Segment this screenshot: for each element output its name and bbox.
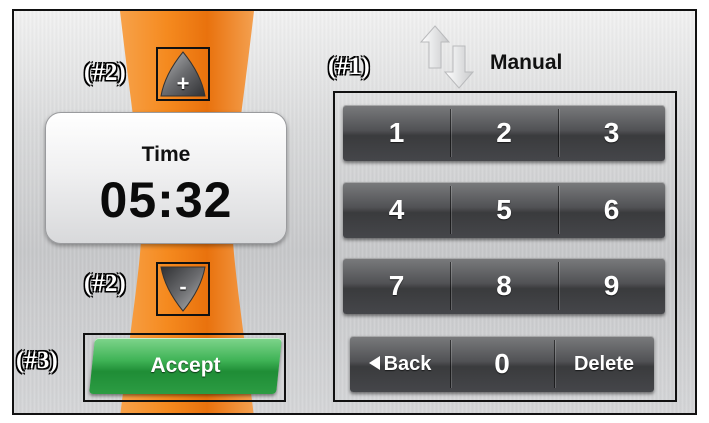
up-down-arrows-icon[interactable] (418, 24, 476, 90)
back-arrow-icon (368, 355, 380, 370)
keypad-row-4: Back 0 Delete (350, 336, 654, 392)
key-5[interactable]: 5 (450, 182, 558, 238)
key-8[interactable]: 8 (450, 258, 558, 314)
mode-label: Manual (490, 51, 563, 74)
minus-icon: - (179, 274, 187, 299)
time-decrement-button[interactable]: - (156, 262, 210, 316)
keypad-row-1: 1 2 3 (343, 105, 665, 161)
keypad-row-2: 4 5 6 (343, 182, 665, 238)
time-label: Time (141, 143, 191, 166)
time-value: 05:32 (99, 172, 233, 228)
callout-accept: (#3) (16, 347, 58, 374)
key-7[interactable]: 7 (343, 258, 450, 314)
back-key[interactable]: Back (350, 336, 450, 392)
plus-icon: + (176, 71, 190, 96)
callout-keypad: (#1) (328, 53, 370, 80)
callout-decrement: (#2) (84, 270, 126, 297)
key-2[interactable]: 2 (450, 105, 558, 161)
key-1[interactable]: 1 (343, 105, 450, 161)
key-3[interactable]: 3 (558, 105, 665, 161)
back-key-label: Back (383, 353, 432, 375)
delete-key[interactable]: Delete (554, 336, 654, 392)
key-6[interactable]: 6 (558, 182, 665, 238)
time-increment-button[interactable]: + (156, 47, 210, 101)
key-9[interactable]: 9 (558, 258, 665, 314)
time-display-panel: Time 05:32 (45, 112, 287, 244)
key-4[interactable]: 4 (343, 182, 450, 238)
callout-increment: (#2) (84, 59, 126, 86)
accept-button[interactable]: Accept (89, 338, 282, 394)
key-0[interactable]: 0 (450, 336, 554, 392)
keypad-row-3: 7 8 9 (343, 258, 665, 314)
accept-label: Accept (150, 354, 221, 377)
